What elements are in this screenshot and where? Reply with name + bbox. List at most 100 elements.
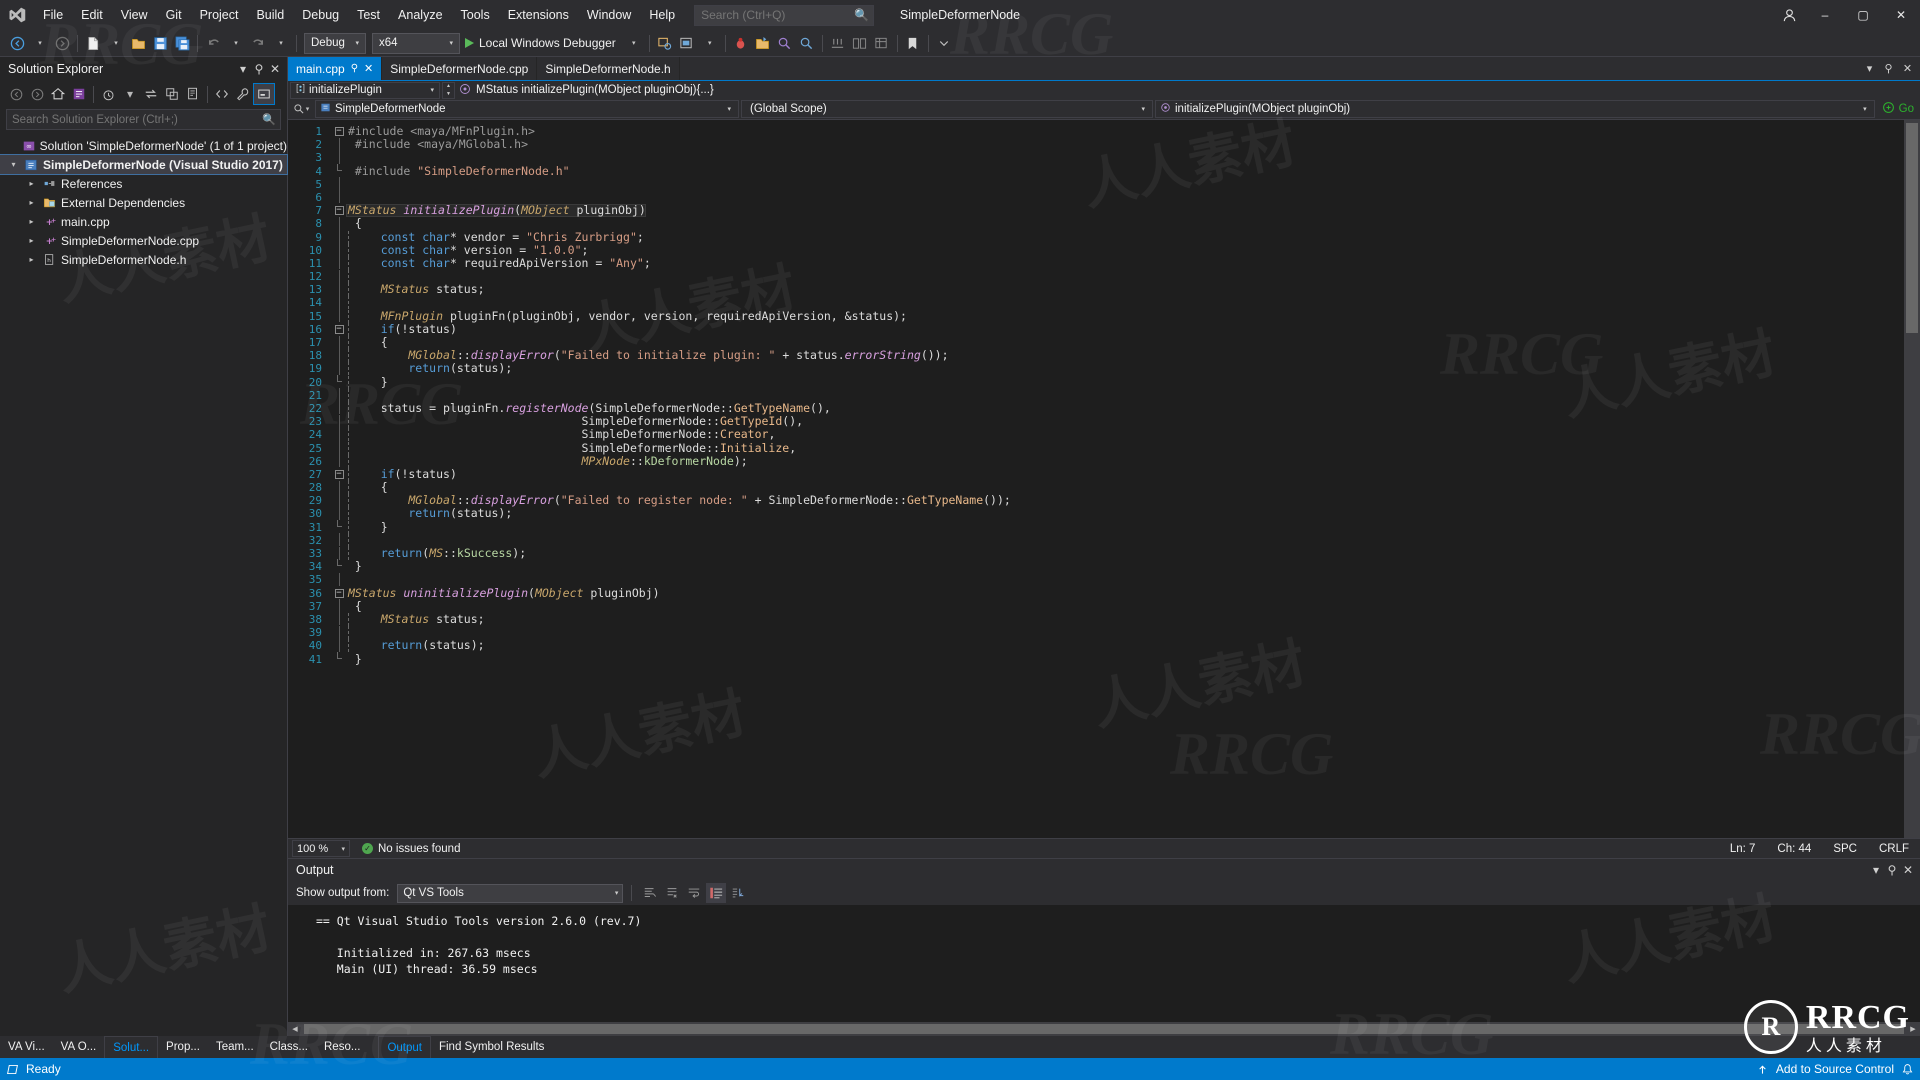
tree-twisty[interactable]: ▸	[24, 179, 39, 188]
bottom-tab-find-symbol-results[interactable]: Find Symbol Results	[431, 1036, 552, 1058]
tree-item-solution[interactable]: ∞ Solution 'SimpleDeformerNode' (1 of 1 …	[0, 136, 287, 155]
save-all-icon[interactable]	[171, 32, 193, 54]
menu-project[interactable]: Project	[191, 0, 248, 30]
bottom-tab-team-explorer[interactable]: Team...	[208, 1036, 262, 1058]
scrollbar-thumb[interactable]	[1906, 123, 1918, 333]
pending-changes-icon[interactable]	[69, 84, 89, 104]
add-to-source-control-label[interactable]: Add to Source Control	[1776, 1062, 1894, 1076]
project-scope-combo[interactable]: SimpleDeformerNode ▾	[315, 100, 739, 118]
menu-tools[interactable]: Tools	[452, 0, 499, 30]
save-icon[interactable]	[149, 32, 171, 54]
tab-simpledeformernode-h[interactable]: SimpleDeformerNode.h	[537, 57, 679, 80]
tree-twisty[interactable]: ▸	[24, 236, 39, 245]
member-scope-combo[interactable]: initializePlugin(MObject pluginObj) ▾	[1155, 100, 1875, 118]
navigate-back-icon[interactable]	[6, 32, 28, 54]
attach-process-icon[interactable]	[654, 32, 676, 54]
bottom-tab-properties[interactable]: Prop...	[158, 1036, 208, 1058]
close-icon[interactable]: ✕	[1899, 57, 1916, 80]
step-icon[interactable]	[827, 32, 849, 54]
close-button[interactable]: ✕	[1882, 0, 1920, 30]
quick-launch-input[interactable]	[701, 8, 851, 22]
minimize-icon[interactable]: ⚲	[1880, 57, 1897, 80]
menu-file[interactable]: File	[34, 0, 72, 30]
clear-all-icon[interactable]	[662, 883, 682, 903]
pin-icon[interactable]: ⚲	[251, 62, 267, 76]
home-icon[interactable]	[48, 84, 68, 104]
zoom-icon[interactable]	[796, 32, 818, 54]
menu-window[interactable]: Window	[578, 0, 640, 30]
menu-debug[interactable]: Debug	[293, 0, 348, 30]
undo-dropdown-icon[interactable]: ▾	[225, 32, 247, 54]
redo-dropdown-icon[interactable]: ▾	[270, 32, 292, 54]
navbar-signature[interactable]: MStatus initializePlugin(MObject pluginO…	[459, 83, 714, 98]
grid-icon[interactable]	[871, 32, 893, 54]
tree-twisty[interactable]: ▾	[6, 160, 21, 169]
close-icon[interactable]: ✕	[267, 62, 283, 76]
tree-twisty[interactable]: ▸	[24, 198, 39, 207]
bell-icon[interactable]	[1901, 1063, 1914, 1076]
folder-icon[interactable]	[752, 32, 774, 54]
solution-platform-combo[interactable]: x64 ▾	[372, 33, 460, 54]
menu-analyze[interactable]: Analyze	[389, 0, 451, 30]
menu-view[interactable]: View	[112, 0, 157, 30]
global-scope-combo[interactable]: (Global Scope) ▾	[741, 100, 1153, 118]
layout-dropdown-icon[interactable]: ▾	[699, 32, 721, 54]
code-view-icon[interactable]	[212, 84, 232, 104]
scroll-right-icon[interactable]: ▶	[1906, 1025, 1920, 1033]
scroll-left-icon[interactable]: ◀	[288, 1025, 302, 1033]
solution-explorer-search[interactable]: 🔍	[6, 109, 281, 130]
bottom-tab-va-view[interactable]: VA Vi...	[0, 1036, 53, 1058]
solution-explorer-search-input[interactable]	[12, 114, 262, 126]
new-file-icon[interactable]	[82, 32, 104, 54]
start-debugging-button[interactable]: Local Windows Debugger	[463, 32, 622, 54]
pin-icon[interactable]: ⚲	[351, 63, 358, 74]
chevron-down-icon[interactable]: ▾	[235, 62, 251, 76]
toolbar-overflow-icon[interactable]	[933, 32, 955, 54]
issues-indicator[interactable]: ✓ No issues found	[356, 843, 460, 855]
navigate-back-dropdown-icon[interactable]: ▾	[29, 32, 51, 54]
back-icon[interactable]	[6, 84, 26, 104]
new-file-dropdown-icon[interactable]: ▾	[105, 32, 127, 54]
chevron-down-icon[interactable]: ▾	[1868, 863, 1884, 877]
search-scope-icon[interactable]: ▾	[288, 99, 314, 119]
menu-extensions[interactable]: Extensions	[499, 0, 578, 30]
tree-item-external-dependencies[interactable]: ▸ External Dependencies	[0, 193, 287, 212]
history-dropdown-icon[interactable]: ▾	[120, 84, 140, 104]
search-code-icon[interactable]	[774, 32, 796, 54]
maximize-button[interactable]: ▢	[1844, 0, 1882, 30]
navigate-forward-icon[interactable]	[51, 32, 73, 54]
code-editor[interactable]: 1−#include <maya/MFnPlugin.h>2 #include …	[288, 120, 1920, 838]
tree-item-project[interactable]: ▾ SimpleDeformerNode (Visual Studio 2017…	[0, 155, 287, 174]
forward-icon[interactable]	[27, 84, 47, 104]
go-to-source-control[interactable]: Go	[1876, 99, 1920, 119]
tree-item-simpledeformernode-h[interactable]: ▸ h SimpleDeformerNode.h	[0, 250, 287, 269]
spaces-indicator[interactable]: SPC	[1822, 843, 1868, 855]
tree-twisty[interactable]: ▸	[24, 217, 39, 226]
collapse-all-icon[interactable]	[162, 84, 182, 104]
tab-simpledeformernode-cpp[interactable]: SimpleDeformerNode.cpp	[382, 57, 537, 80]
toggle-wordwrap-icon[interactable]	[684, 883, 704, 903]
spinner-up-icon[interactable]: ▲	[443, 83, 454, 91]
history-icon[interactable]	[98, 84, 118, 104]
bottom-tab-output[interactable]: Output	[378, 1036, 431, 1058]
output-horizontal-scrollbar[interactable]: ◀ ▶	[288, 1022, 1920, 1036]
bottom-tab-resource-view[interactable]: Reso...	[316, 1036, 368, 1058]
start-debugging-dropdown-icon[interactable]: ▾	[623, 32, 645, 54]
bottom-tab-va-outline[interactable]: VA O...	[53, 1036, 105, 1058]
member-spinner[interactable]: ▲ ▼	[442, 82, 455, 99]
close-icon[interactable]: ✕	[1900, 863, 1916, 877]
menu-test[interactable]: Test	[348, 0, 389, 30]
bottom-tab-solution-explorer[interactable]: Solut...	[104, 1036, 158, 1058]
tree-twisty[interactable]: ▸	[24, 255, 39, 264]
find-message-icon[interactable]	[640, 883, 660, 903]
eol-indicator[interactable]: CRLF	[1868, 843, 1920, 855]
spinner-down-icon[interactable]: ▼	[443, 90, 454, 98]
bug-icon[interactable]	[730, 32, 752, 54]
scrollbar-thumb[interactable]	[304, 1024, 1904, 1034]
output-source-combo[interactable]: Qt VS Tools ▾	[397, 884, 623, 903]
layout-icon[interactable]	[676, 32, 698, 54]
tree-item-main-cpp[interactable]: ▸ ++ main.cpp	[0, 212, 287, 231]
user-account-icon[interactable]	[1772, 0, 1806, 30]
minimize-button[interactable]: –	[1806, 0, 1844, 30]
sync-icon[interactable]	[141, 84, 161, 104]
